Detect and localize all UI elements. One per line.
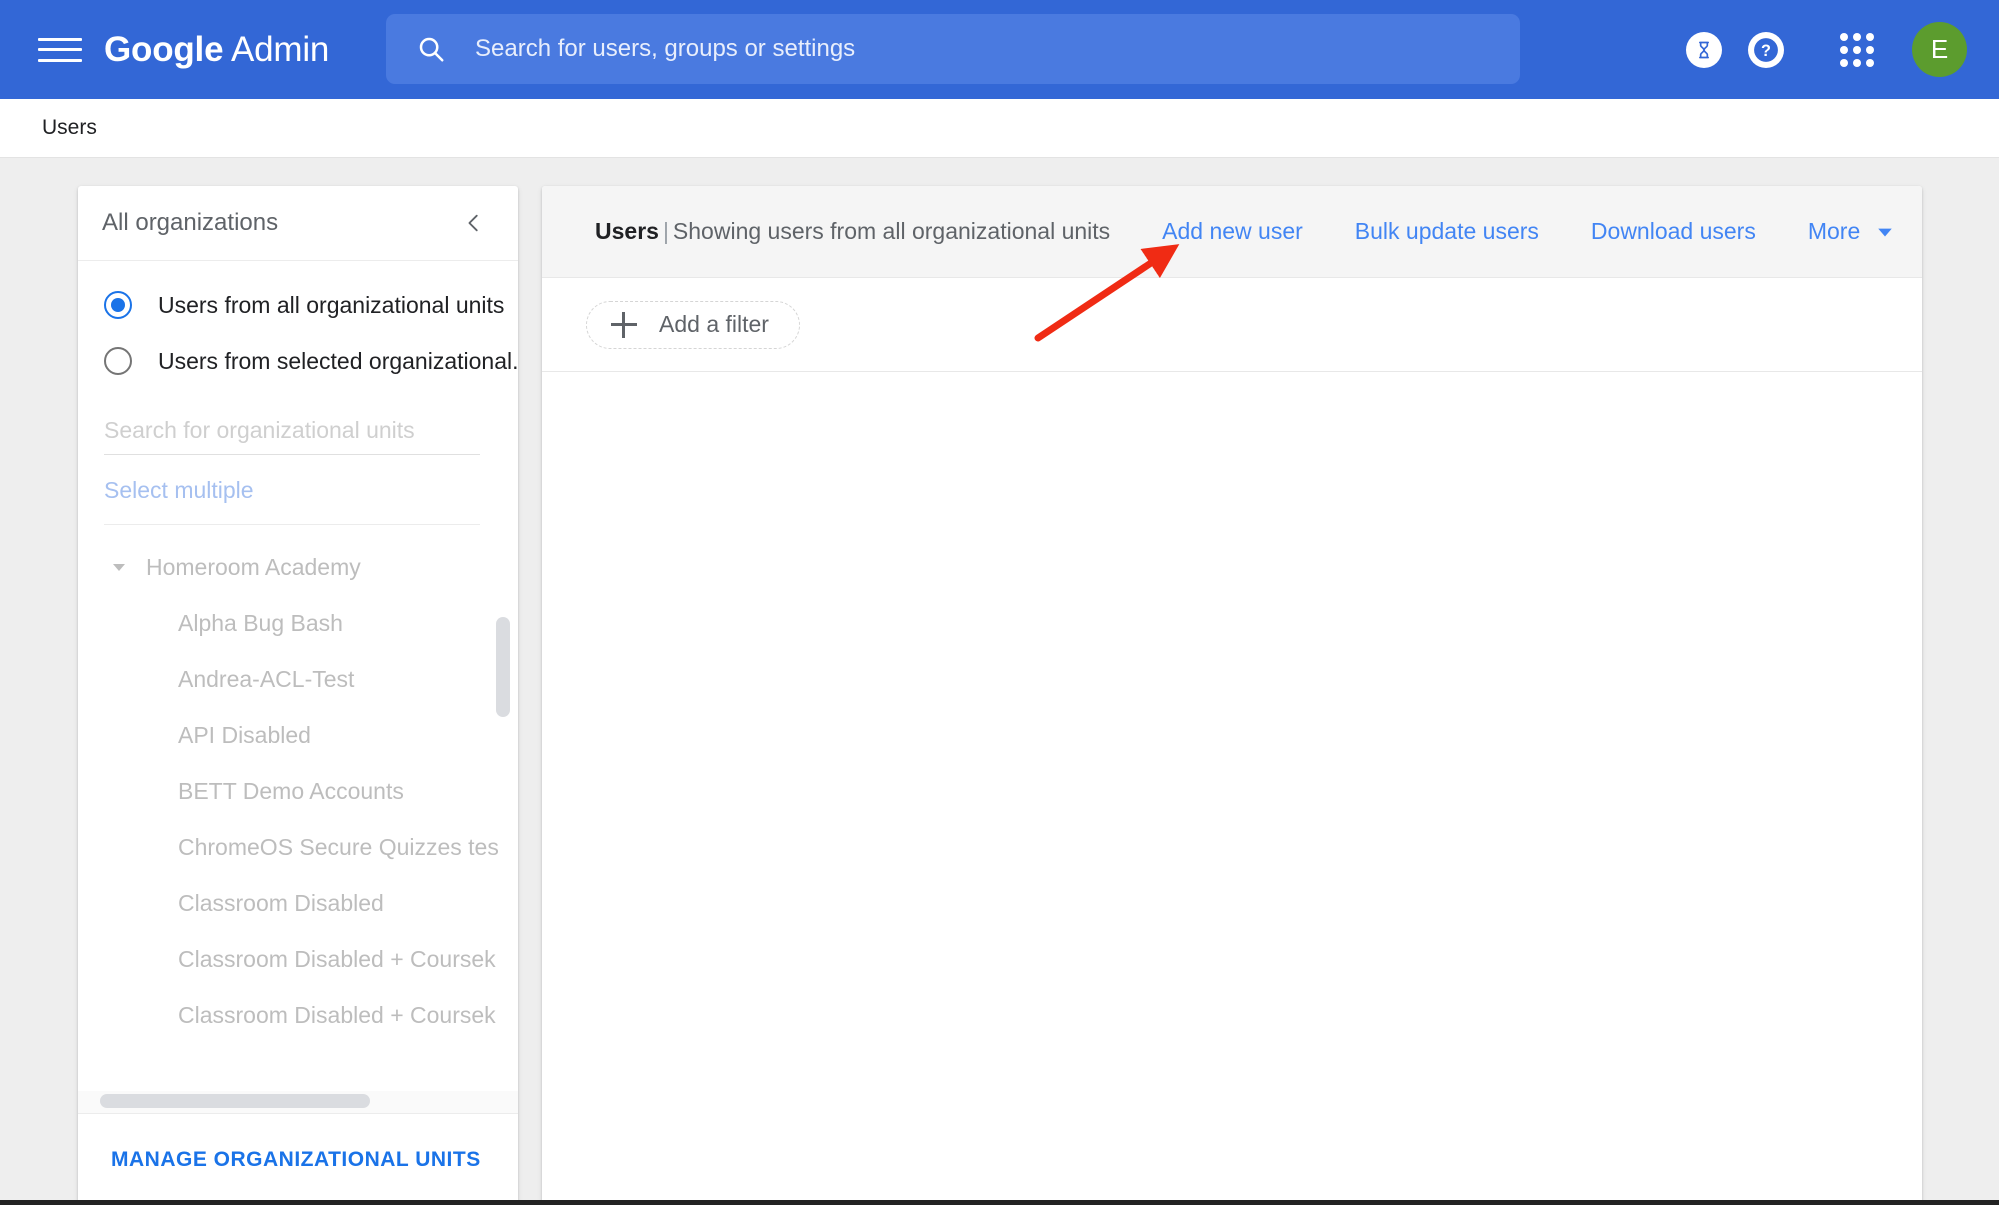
org-unit-row[interactable]: Classroom Disabled: [78, 875, 518, 931]
org-unit-row[interactable]: Alpha Bug Bash: [78, 595, 518, 651]
top-app-bar: Google Admin ? E: [0, 0, 1999, 99]
plus-icon: [611, 311, 637, 338]
manage-organizational-units-button[interactable]: MANAGE ORGANIZATIONAL UNITS: [111, 1148, 481, 1172]
org-tree-vertical-scrollbar[interactable]: [496, 617, 510, 717]
chevron-left-icon[interactable]: [458, 207, 490, 239]
radio-all-org-units[interactable]: Users from all organizational units: [78, 277, 518, 333]
bulk-update-users-link[interactable]: Bulk update users: [1355, 218, 1539, 245]
caret-down-icon: [1876, 223, 1894, 241]
org-tree-horizontal-scrollbar[interactable]: [78, 1091, 518, 1113]
users-card: Users | Showing users from all organizatio…: [542, 186, 1922, 1205]
page-title-main: Users: [595, 218, 659, 244]
search-input[interactable]: [475, 35, 1520, 63]
org-unit-label: Andrea-ACL-Test: [178, 665, 355, 692]
organizations-panel-title: All organizations: [102, 209, 279, 236]
help-question-icon[interactable]: ?: [1748, 31, 1784, 68]
apps-grid-icon[interactable]: [1840, 32, 1874, 67]
brand-admin: Admin: [230, 29, 330, 69]
org-unit-label: Homeroom Academy: [146, 553, 361, 580]
scope-radio-group: Users from all organizational units User…: [78, 261, 518, 393]
users-results-area: [542, 372, 1922, 1205]
org-unit-label: Classroom Disabled: [178, 889, 384, 916]
radio-label-all: Users from all organizational units: [158, 291, 505, 318]
brand-google: Google: [104, 29, 224, 69]
org-unit-row[interactable]: Classroom Disabled + Coursek: [78, 987, 518, 1043]
title-separator: |: [662, 218, 669, 244]
page-body: All organizations Users from all organiz…: [0, 158, 1999, 1205]
users-card-actions: Add new user Bulk update users Download …: [1162, 218, 1894, 245]
page-title-subtitle: Showing users from all organizational un…: [672, 218, 1111, 244]
svg-text:?: ?: [1761, 41, 1771, 59]
page-title: Users | Showing users from all organizatio…: [595, 218, 1110, 245]
org-unit-row[interactable]: Andrea-ACL-Test: [78, 651, 518, 707]
radio-indicator-selected[interactable]: [104, 347, 132, 375]
breadcrumb: Users: [0, 99, 1999, 158]
select-multiple-link[interactable]: Select multiple: [104, 455, 480, 525]
window-bottom-edge: [0, 1200, 1999, 1205]
hamburger-menu-icon[interactable]: [38, 35, 82, 65]
org-unit-search-input[interactable]: [104, 417, 480, 444]
org-unit-row-root[interactable]: Homeroom Academy: [78, 539, 518, 595]
more-label: More: [1807, 218, 1861, 244]
org-unit-label: Classroom Disabled + Coursek: [178, 945, 496, 972]
org-unit-tree: Homeroom Academy Alpha Bug Bash Andrea-A…: [78, 525, 518, 1091]
breadcrumb-current: Users: [42, 116, 97, 139]
download-users-link[interactable]: Download users: [1591, 218, 1756, 245]
radio-label-selected: Users from selected organizational...: [158, 347, 518, 374]
top-bar-actions: ? E: [1686, 0, 1999, 99]
org-unit-row[interactable]: ChromeOS Secure Quizzes tes: [78, 819, 518, 875]
org-unit-label: BETT Demo Accounts: [178, 777, 404, 804]
radio-selected-org-units[interactable]: Users from selected organizational...: [78, 333, 518, 389]
organizations-panel-header: All organizations: [78, 186, 518, 261]
search-icon: [416, 34, 446, 64]
avatar[interactable]: E: [1912, 22, 1967, 77]
add-a-filter-chip[interactable]: Add a filter: [586, 300, 800, 349]
global-search-box[interactable]: [386, 14, 1520, 84]
org-unit-row[interactable]: Classroom Disabled + Coursek: [78, 931, 518, 987]
org-unit-label: API Disabled: [178, 721, 311, 748]
org-unit-row[interactable]: API Disabled: [78, 707, 518, 763]
add-a-filter-label: Add a filter: [659, 311, 769, 337]
filter-bar: Add a filter: [542, 278, 1922, 372]
org-unit-label: Alpha Bug Bash: [178, 609, 343, 636]
more-link[interactable]: More: [1808, 218, 1894, 245]
org-unit-label: ChromeOS Secure Quizzes tes: [178, 833, 499, 860]
manage-org-units-footer: MANAGE ORGANIZATIONAL UNITS: [78, 1113, 518, 1205]
hourglass-icon[interactable]: [1686, 31, 1722, 68]
add-new-user-link[interactable]: Add new user: [1162, 218, 1303, 245]
organizations-panel: All organizations Users from all organiz…: [78, 186, 518, 1205]
radio-indicator-all[interactable]: [104, 291, 132, 319]
scrollbar-thumb[interactable]: [100, 1094, 370, 1108]
caret-down-icon[interactable]: [104, 552, 134, 582]
org-unit-label: Classroom Disabled + Coursek: [178, 1001, 496, 1028]
org-unit-row[interactable]: BETT Demo Accounts: [78, 763, 518, 819]
org-unit-search[interactable]: [104, 417, 480, 455]
users-card-header: Users | Showing users from all organizatio…: [542, 186, 1922, 278]
app-logo[interactable]: Google Admin: [104, 30, 329, 70]
